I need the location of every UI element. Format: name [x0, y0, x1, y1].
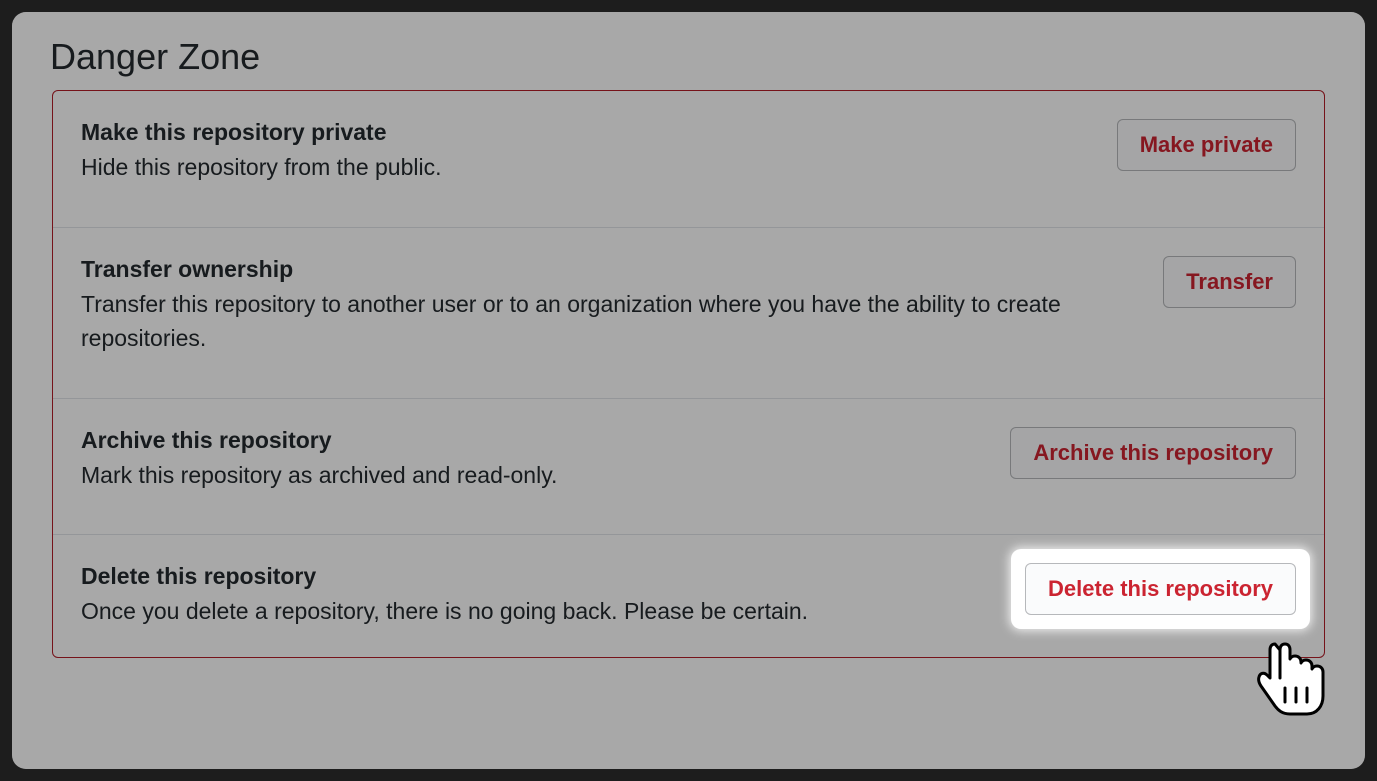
danger-item-delete: Delete this repository Once you delete a…	[53, 535, 1324, 657]
danger-zone-heading: Danger Zone	[50, 36, 1325, 78]
delete-title: Delete this repository	[81, 563, 1001, 590]
archive-title: Archive this repository	[81, 427, 986, 454]
make-private-button[interactable]: Make private	[1117, 119, 1296, 171]
archive-description: Mark this repository as archived and rea…	[81, 458, 986, 493]
make-private-description: Hide this repository from the public.	[81, 150, 1093, 185]
archive-button[interactable]: Archive this repository	[1010, 427, 1296, 479]
make-private-title: Make this repository private	[81, 119, 1093, 146]
transfer-button[interactable]: Transfer	[1163, 256, 1296, 308]
delete-description: Once you delete a repository, there is n…	[81, 594, 1001, 629]
transfer-title: Transfer ownership	[81, 256, 1139, 283]
transfer-description: Transfer this repository to another user…	[81, 287, 1139, 356]
delete-repository-button[interactable]: Delete this repository	[1025, 563, 1296, 615]
danger-item-make-private: Make this repository private Hide this r…	[53, 91, 1324, 228]
danger-zone-box: Make this repository private Hide this r…	[52, 90, 1325, 658]
danger-item-archive: Archive this repository Mark this reposi…	[53, 399, 1324, 536]
danger-item-transfer: Transfer ownership Transfer this reposit…	[53, 228, 1324, 399]
